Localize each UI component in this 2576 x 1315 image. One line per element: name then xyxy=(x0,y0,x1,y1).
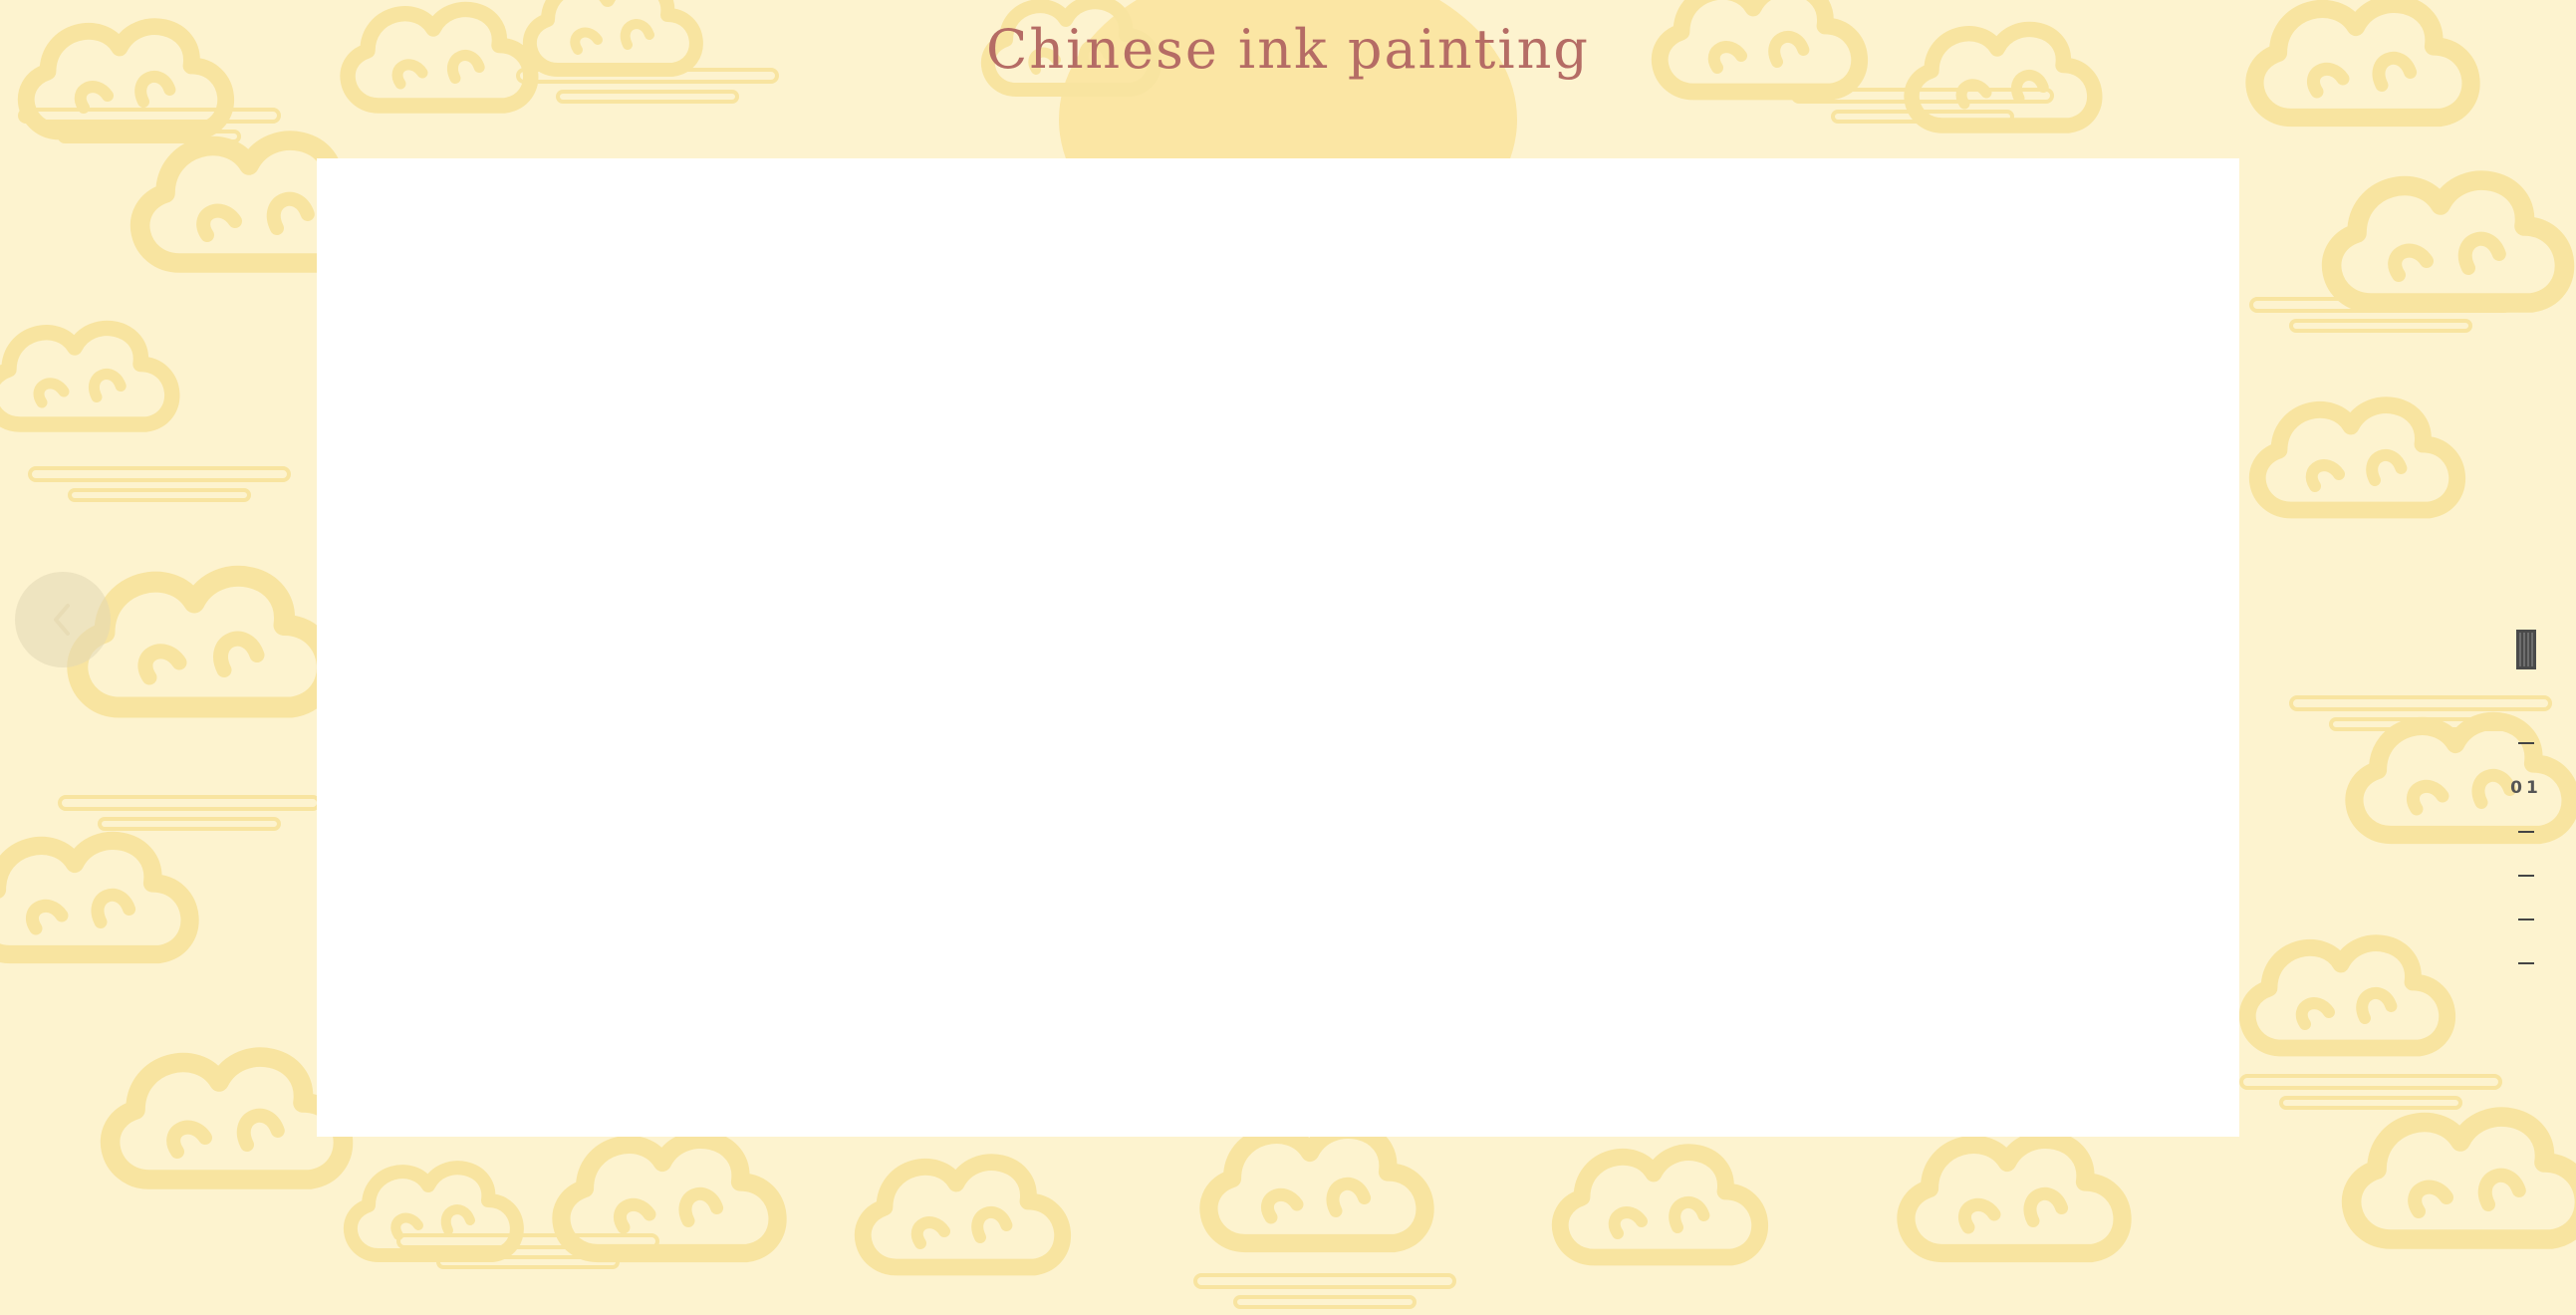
page-title: Chinese ink painting xyxy=(986,18,1590,81)
pager-current-number[interactable]: 01 xyxy=(2506,778,2546,798)
pager-dash-2[interactable] xyxy=(2518,831,2534,833)
pager-dash-1[interactable] xyxy=(2518,742,2534,744)
pager-dash-5[interactable] xyxy=(2518,962,2534,964)
seal-stamp-icon xyxy=(2516,630,2536,669)
pager-dash-3[interactable] xyxy=(2518,875,2534,877)
chevron-left-icon xyxy=(54,604,70,636)
prev-slide-button[interactable] xyxy=(15,572,111,667)
pager-dash-4[interactable] xyxy=(2518,919,2534,920)
content-panel xyxy=(317,158,2239,1137)
